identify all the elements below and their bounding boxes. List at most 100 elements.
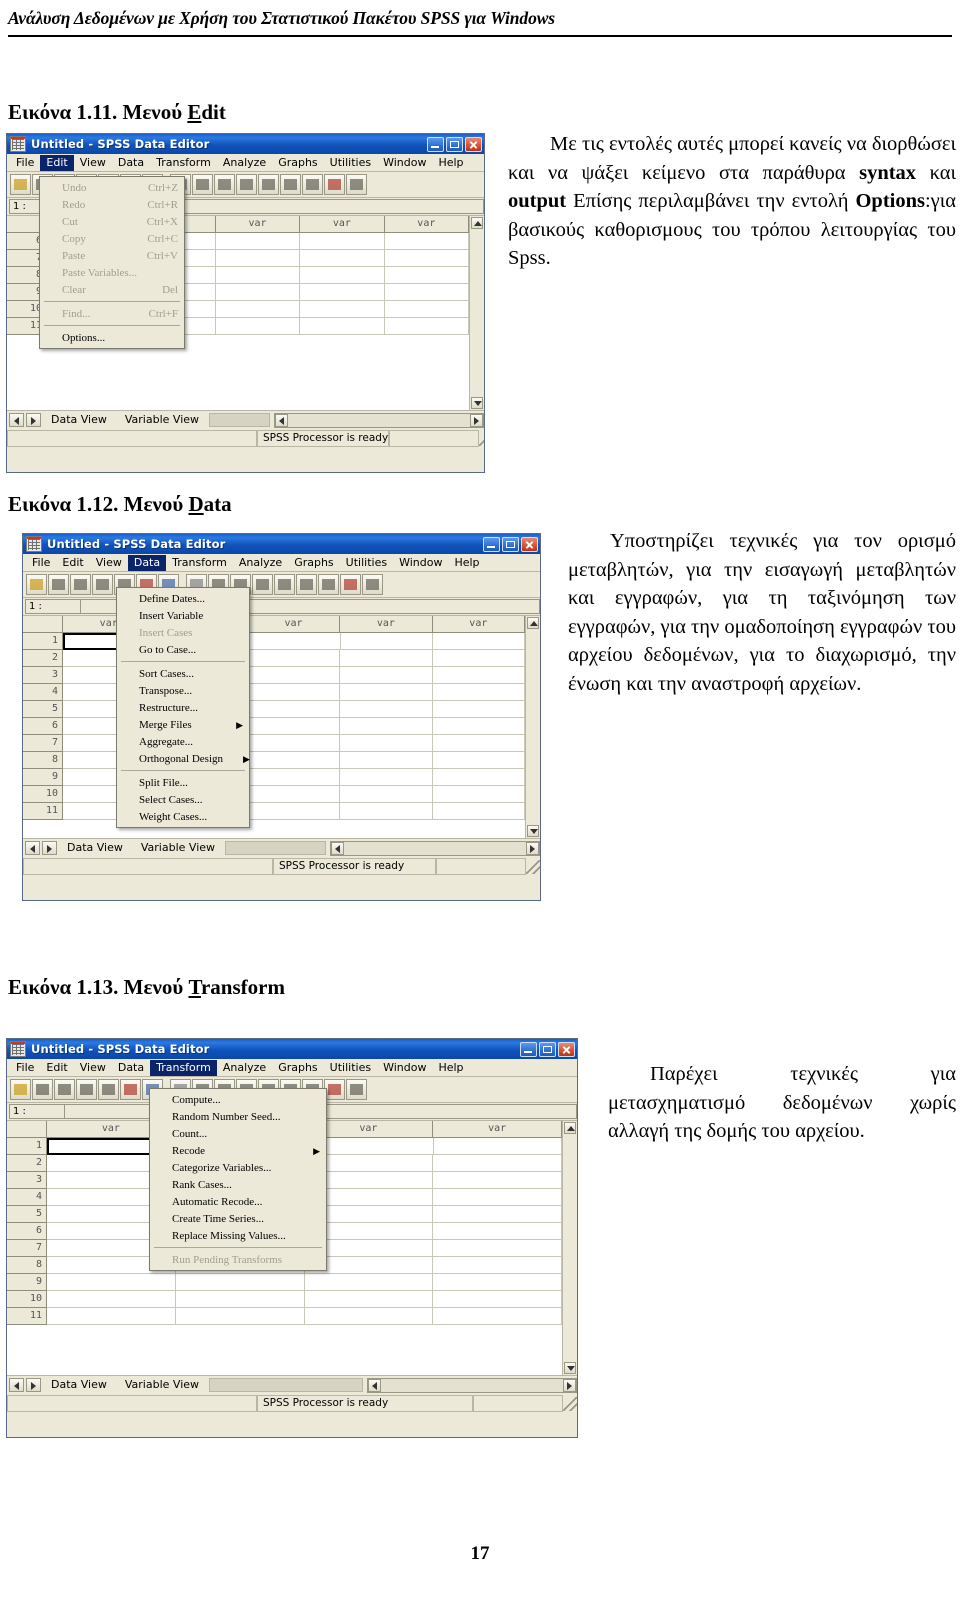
menu-item-split-file[interactable]: Split File... (117, 774, 249, 791)
grid-cell[interactable] (47, 1274, 176, 1291)
scroll-up-arrow-icon[interactable] (564, 1122, 576, 1134)
grid-cell[interactable] (340, 684, 433, 701)
menu-view[interactable]: View (74, 1060, 112, 1076)
grid-cell[interactable] (433, 1189, 562, 1206)
menu-item-aggregate[interactable]: Aggregate... (117, 733, 249, 750)
data-grid-data[interactable]: var var var var var 1234567891011 (23, 616, 540, 838)
row-header[interactable]: 7 (23, 735, 63, 752)
print-icon[interactable] (54, 1079, 75, 1100)
hscroll-left-icon[interactable] (368, 1378, 381, 1392)
recall-dialog-icon[interactable] (76, 1079, 97, 1100)
row-header[interactable]: 8 (23, 752, 63, 769)
grid-cell[interactable] (432, 718, 526, 735)
split-file-icon[interactable] (296, 574, 317, 595)
window-controls-data[interactable] (483, 536, 538, 552)
menu-help[interactable]: Help (432, 155, 469, 171)
menu-file[interactable]: File (26, 555, 56, 571)
grid-cell[interactable] (300, 301, 385, 318)
grid-cell[interactable] (247, 735, 341, 752)
grid-cell[interactable] (384, 233, 470, 250)
row-header[interactable]: 3 (7, 1172, 47, 1189)
close-button[interactable] (558, 1041, 575, 1057)
tab-nav-right-icon[interactable] (26, 413, 41, 427)
menubar-edit[interactable]: File Edit View Data Transform Analyze Gr… (7, 154, 484, 172)
window-controls-edit[interactable] (427, 136, 482, 152)
save-icon[interactable] (32, 1079, 53, 1100)
titlebar-edit[interactable]: Untitled - SPSS Data Editor (7, 134, 484, 154)
column-header[interactable]: var (215, 216, 301, 233)
row-header[interactable]: 1 (7, 1138, 47, 1155)
grid-cell[interactable] (432, 769, 526, 786)
tab-variable-view[interactable]: Variable View (115, 412, 207, 428)
grid-cell[interactable] (215, 250, 301, 267)
vertical-scrollbar-edit[interactable] (469, 216, 484, 410)
grid-cell[interactable] (340, 667, 433, 684)
row-header[interactable]: 7 (7, 1240, 47, 1257)
grid-cell[interactable] (384, 318, 470, 335)
insert-case-icon[interactable] (252, 574, 273, 595)
hscroll-right-icon[interactable] (526, 841, 539, 855)
grid-cell[interactable] (247, 769, 341, 786)
menu-window[interactable]: Window (377, 1060, 432, 1076)
grid-cell[interactable] (432, 701, 526, 718)
grid-cell[interactable] (247, 701, 341, 718)
scroll-down-arrow-icon[interactable] (527, 825, 539, 837)
row-header[interactable]: 6 (7, 1223, 47, 1240)
maximize-button[interactable] (502, 536, 519, 552)
insert-variable-icon[interactable] (258, 174, 279, 195)
minimize-button[interactable] (427, 136, 444, 152)
tab-data-view[interactable]: Data View (41, 1377, 115, 1393)
menu-view[interactable]: View (90, 555, 128, 571)
menu-item-transpose[interactable]: Transpose... (117, 682, 249, 699)
tab-data-view[interactable]: Data View (41, 412, 115, 428)
column-header[interactable]: var (433, 1121, 562, 1138)
cell-reference-bar-data[interactable]: 1 : (23, 598, 540, 616)
row-header[interactable]: 5 (23, 701, 63, 718)
grid-cell[interactable] (247, 752, 341, 769)
tab-data-view[interactable]: Data View (57, 840, 131, 856)
open-file-icon[interactable] (10, 1079, 31, 1100)
row-header[interactable]: 11 (7, 1308, 47, 1325)
resize-grip-icon[interactable] (479, 431, 484, 446)
column-header[interactable]: var (384, 216, 470, 233)
grid-cell[interactable] (340, 769, 433, 786)
menu-item-recode[interactable]: Recode ▶ (150, 1142, 326, 1159)
grid-cell[interactable] (215, 318, 301, 335)
grid-cell[interactable] (175, 1291, 305, 1308)
grid-cell[interactable] (434, 1138, 562, 1155)
grid-cell[interactable] (432, 667, 526, 684)
grid-cell[interactable] (433, 1308, 562, 1325)
menu-edit[interactable]: Edit (40, 1060, 73, 1076)
grid-cell[interactable] (432, 786, 526, 803)
scroll-up-arrow-icon[interactable] (471, 217, 483, 229)
vertical-scrollbar-data[interactable] (525, 616, 540, 838)
open-file-icon[interactable] (10, 174, 31, 195)
grid-cell[interactable] (247, 786, 341, 803)
grid-cell[interactable] (340, 752, 433, 769)
tab-variable-view[interactable]: Variable View (115, 1377, 207, 1393)
scroll-down-arrow-icon[interactable] (564, 1362, 576, 1374)
vertical-scrollbar-transform[interactable] (562, 1121, 577, 1375)
menu-window[interactable]: Window (377, 155, 432, 171)
find-icon[interactable] (214, 174, 235, 195)
split-file-icon[interactable] (280, 174, 301, 195)
menu-item-automatic-recode[interactable]: Automatic Recode... (150, 1193, 326, 1210)
menu-data[interactable]: Data (127, 554, 167, 571)
value-labels-icon[interactable] (346, 174, 367, 195)
menu-item-rank-cases[interactable]: Rank Cases... (150, 1176, 326, 1193)
close-button[interactable] (465, 136, 482, 152)
menu-graphs[interactable]: Graphs (272, 1060, 323, 1076)
menubar-data[interactable]: File Edit View Data Transform Analyze Gr… (23, 554, 540, 572)
variables-icon[interactable] (192, 174, 213, 195)
grid-cell[interactable] (433, 1240, 562, 1257)
menu-utilities[interactable]: Utilities (340, 555, 393, 571)
menu-item-merge-files[interactable]: Merge Files ▶ (117, 716, 249, 733)
hscroll-left-icon[interactable] (275, 413, 288, 427)
weight-cases-icon[interactable] (302, 174, 323, 195)
grid-cell[interactable] (433, 1291, 562, 1308)
grid-cell[interactable] (300, 284, 385, 301)
edit-menu-dropdown[interactable]: Undo Ctrl+Z Redo Ctrl+R Cut Ctrl+X Copy Ctrl+C P… (39, 176, 185, 349)
menu-item-insert-variable[interactable]: Insert Variable (117, 607, 249, 624)
menu-item-orthogonal-design[interactable]: Orthogonal Design ▶ (117, 750, 250, 767)
grid-cell[interactable] (340, 701, 433, 718)
